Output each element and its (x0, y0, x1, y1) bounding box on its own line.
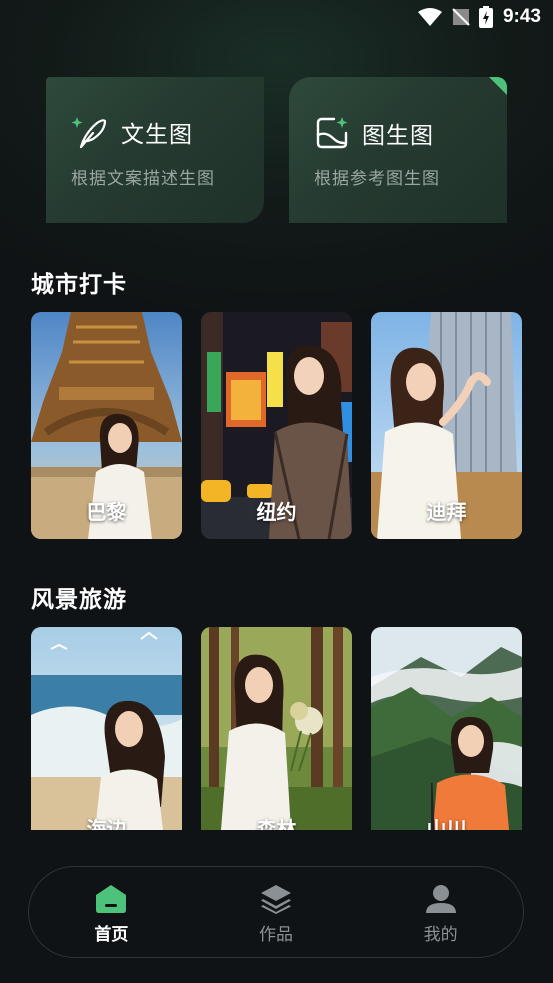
status-bar: 9:43 (0, 0, 553, 38)
wifi-icon (417, 8, 442, 26)
city-tile-newyork[interactable]: 纽约 (201, 312, 352, 539)
layers-icon (260, 884, 291, 914)
no-signal-icon (452, 8, 470, 26)
bottom-tab-bar: 首页 作品 我的 (28, 866, 524, 958)
scenery-tile-label: 森林 (256, 817, 297, 830)
text-to-image-title: 文生图 (121, 122, 193, 148)
city-tile-dubai[interactable]: 迪拜 (371, 312, 522, 539)
seaside-person (95, 700, 165, 830)
tab-home[interactable]: 首页 (51, 880, 171, 945)
tab-profile-label: 我的 (423, 924, 458, 945)
scenery-tile-forest[interactable]: 森林 (201, 627, 352, 830)
battery-charging-icon (478, 6, 493, 28)
status-time: 9:43 (502, 6, 541, 27)
image-sparkle-icon (316, 117, 348, 149)
city-tile-label: 巴黎 (86, 500, 127, 524)
text-to-image-subtitle: 根据文案描述生图 (71, 169, 215, 189)
scenery-tile-label: 山川 (426, 817, 467, 830)
city-section-title: 城市打卡 (31, 272, 127, 298)
text-to-image-header: 文生图 (71, 115, 193, 149)
forest-person (221, 654, 323, 830)
image-to-image-header: 图生图 (314, 115, 434, 151)
tab-works[interactable]: 作品 (216, 880, 336, 945)
tab-profile[interactable]: 我的 (381, 880, 501, 945)
scenery-tile-seaside[interactable]: 海边 (31, 627, 182, 830)
city-tile-label: 纽约 (256, 500, 297, 524)
feather-sparkle-icon (71, 117, 107, 149)
image-to-image-title: 图生图 (362, 123, 434, 149)
tab-works-label: 作品 (258, 924, 293, 945)
scenery-section-title: 风景旅游 (31, 587, 127, 613)
user-icon (425, 884, 456, 913)
city-tile-paris[interactable]: 巴黎 (31, 312, 182, 539)
status-icons: 9:43 (417, 6, 541, 28)
image-to-image-subtitle: 根据参考图生图 (314, 169, 440, 189)
text-to-image-card[interactable]: 文生图 根据文案描述生图 (46, 77, 264, 223)
home-icon (96, 884, 127, 913)
image-to-image-card[interactable]: 图生图 根据参考图生图 (289, 77, 507, 223)
scenery-tile-label: 海边 (86, 817, 127, 830)
tab-home-label: 首页 (94, 924, 129, 945)
scenery-tile-mountain[interactable]: 山川 (371, 627, 522, 830)
city-tile-label: 迪拜 (426, 500, 467, 524)
